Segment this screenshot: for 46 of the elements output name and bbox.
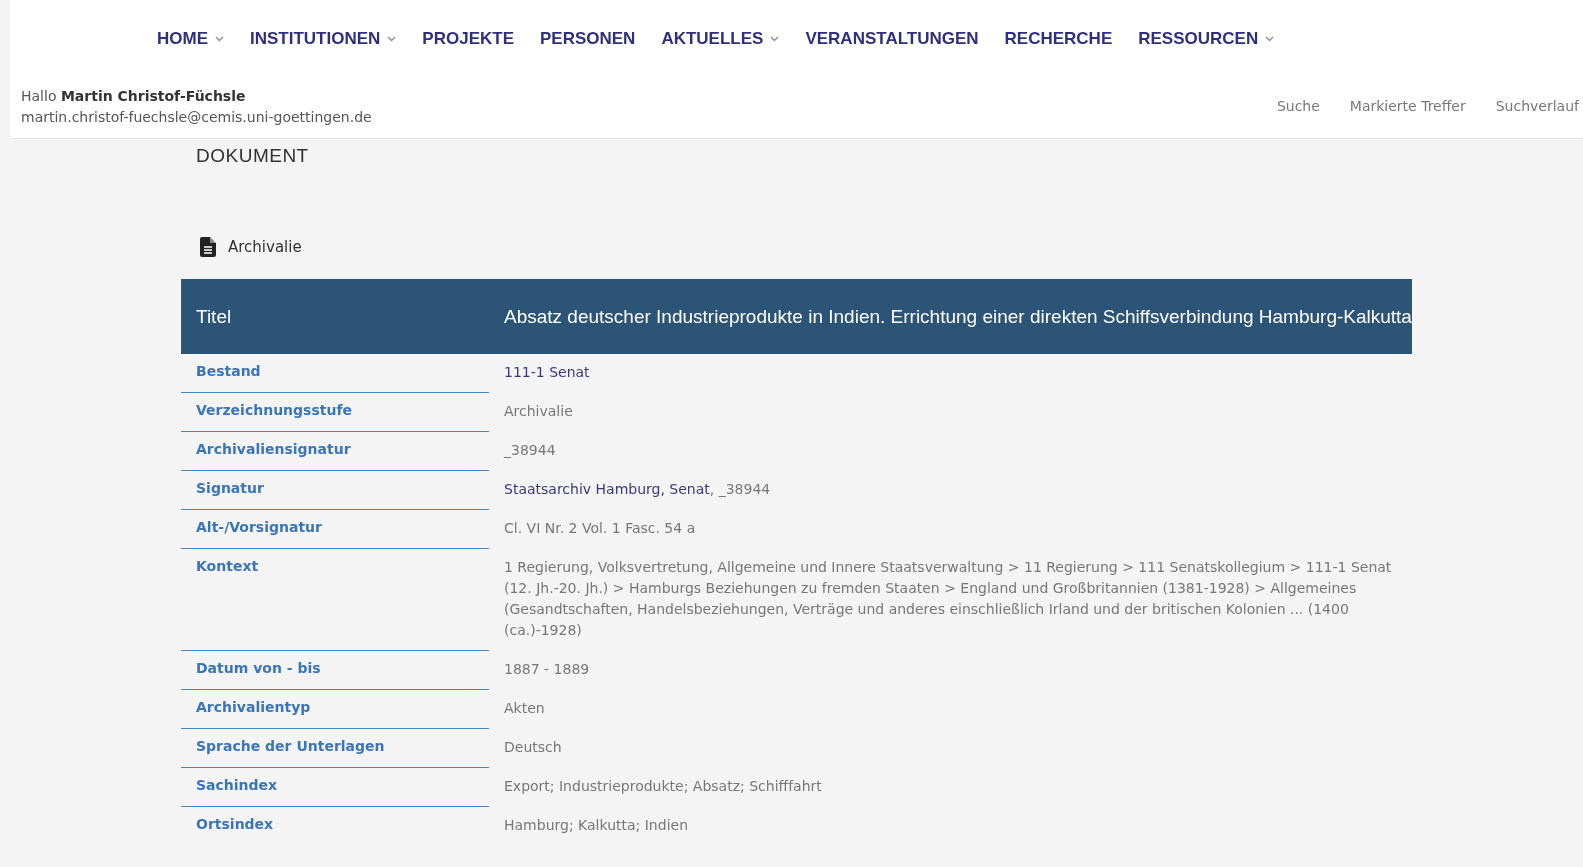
nav-link[interactable]: HOME [157,26,224,52]
nav-link[interactable]: RESSOURCEN [1138,26,1275,52]
record-type: Archivalie [228,238,302,256]
field-value: 1 Regierung, Volksvertretung, Allgemeine und Innere Staatsverwaltung > 11 Regierung > 111 Senatskollegium > 111-1 Senat (12. Jh.-20. Jh.) > Hamburgs Beziehungen zu fremden Staaten > England und Großbritannien (1381-1928) > Allgemeines (Gesandtschaften, Handelsbeziehungen, Verträge und anderes einschließlich Irland und der britischen Kolonien ... (1400 (ca.)-1928) [504,559,1392,638]
field-value: 1887 - 1889 [504,661,590,677]
field-value: Archivalie [504,403,573,419]
document-title: Absatz deutscher Industrieprodukte in Indien. Errichtung einer direkten Schiffsverbindung Hamburg-Kalkutta [503,305,1412,328]
page-title: DOKUMENT [196,145,310,167]
nav-link[interactable]: PERSONEN [540,26,636,52]
nav-link[interactable]: INSTITUTIONEN [250,26,397,52]
field-value: Deutsch [504,739,562,755]
field-label: Sprache der Unterlagen [181,729,489,768]
field-label: Kontext [181,549,489,651]
user-link[interactable]: Suche [1276,98,1320,128]
caret-icon [387,36,397,42]
field-label: Ortsindex [195,815,275,834]
header-label: Titel [195,305,233,328]
nav-link[interactable]: VERANSTALTUNGEN [805,26,979,52]
field-label: Datum von - bis [181,651,489,690]
field-link[interactable]: 111-1 Senat [504,364,590,380]
field-label: Signatur [181,471,489,510]
document-icon [200,237,216,257]
nav-link[interactable]: RECHERCHE [1004,26,1113,52]
field-label: Verzeichnungsstufe [181,393,489,432]
user-link[interactable]: Markierte Treffer [1349,98,1466,128]
caret-icon [215,36,224,42]
user-email: martin.christof-fuechsle@cemis.uni-goettingen.de [21,108,372,127]
caret-icon [770,36,780,42]
field-value: , _38944 [709,481,771,497]
field-link[interactable]: Staatsarchiv Hamburg, Senat [504,481,710,497]
field-value: Export; Industrieprodukte; Absatz; Schifffahrt [504,778,822,794]
nav-link[interactable]: AKTUELLES [661,26,780,52]
nav-link[interactable]: PROJEKTE [422,26,514,52]
caret-icon [1265,36,1275,42]
greeting: Hallo [21,88,57,104]
user-link[interactable]: Suchverlauf [1495,98,1579,128]
user-name: Martin Christof-Füchsle [60,88,246,104]
field-label: Sachindex [181,768,489,807]
field-label: Archivalientyp [181,690,489,729]
field-label: Bestand [181,354,489,393]
field-label: Alt-/Vorsignatur [181,510,489,549]
field-value: _38944 [504,442,556,458]
field-value: Hamburg; Kalkutta; Indien [504,817,688,833]
field-value: Akten [504,700,545,716]
field-label: Archivaliensignatur [181,432,489,471]
field-value: Cl. VI Nr. 2 Vol. 1 Fasc. 54 a [504,520,696,536]
